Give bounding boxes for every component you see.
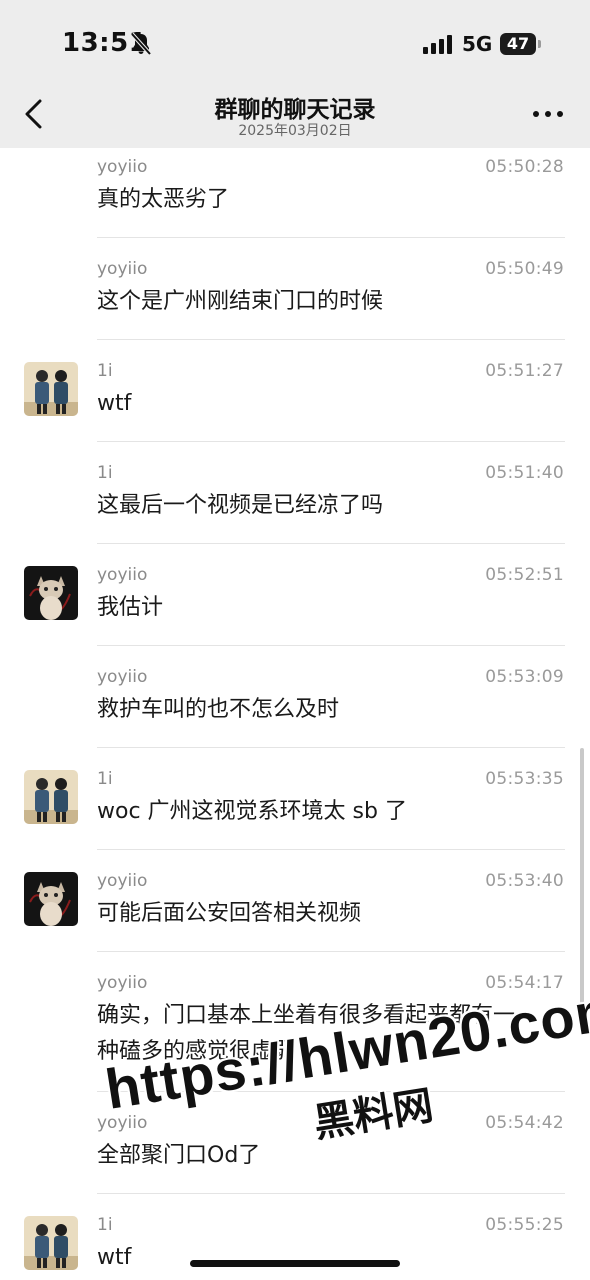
divider — [97, 543, 565, 544]
message-text: 确实，门口基本上坐着有很多看起来都有一 — [97, 1003, 516, 1028]
message-sender: 1i — [97, 361, 113, 381]
divider — [97, 951, 565, 952]
cat-avatar — [24, 872, 78, 926]
message-text: 真的太恶劣了 — [97, 187, 230, 212]
divider — [97, 1193, 565, 1194]
message-text: 这个是广州刚结束门口的时候 — [97, 289, 384, 314]
message-time: 05:53:40 — [485, 871, 564, 891]
message-time: 05:52:51 — [485, 565, 564, 585]
message-text: 我估计 — [97, 595, 164, 620]
message-sender: yoyiio — [97, 871, 148, 891]
avatar[interactable] — [24, 1216, 78, 1270]
two-people-avatar — [24, 770, 78, 824]
bell-slash-icon — [130, 32, 152, 56]
message-text: woc 广州这视觉系环境太 sb 了 — [97, 799, 407, 824]
divider — [97, 645, 565, 646]
divider — [97, 1091, 565, 1092]
message-time: 05:51:40 — [485, 463, 564, 483]
battery-cap — [538, 40, 541, 48]
message-time: 05:50:49 — [485, 259, 564, 279]
message-text: 救护车叫的也不怎么及时 — [97, 697, 340, 722]
message-sender: yoyiio — [97, 973, 148, 993]
home-indicator[interactable] — [190, 1260, 400, 1267]
message-time: 05:54:17 — [485, 973, 564, 993]
divider — [97, 339, 565, 340]
message-sender: 1i — [97, 463, 113, 483]
message-text-line2: 种磕多的感觉很虚弱 — [97, 1039, 296, 1064]
divider — [97, 441, 565, 442]
message-text: 全部聚门口Od了 — [97, 1143, 261, 1168]
message-text: wtf — [97, 1245, 132, 1270]
signal-icon — [423, 35, 452, 54]
message-sender: yoyiio — [97, 259, 148, 279]
avatar[interactable] — [24, 362, 78, 416]
battery-icon: 47 — [500, 33, 536, 55]
message-sender: yoyiio — [97, 157, 148, 177]
page-subtitle: 2025年03月02日 — [238, 123, 352, 139]
message-time: 05:53:09 — [485, 667, 564, 687]
status-bar: 13:51 5G 47 — [0, 0, 590, 88]
message-text: 可能后面公安回答相关视频 — [97, 901, 362, 926]
message-time: 05:51:27 — [485, 361, 564, 381]
divider — [97, 747, 565, 748]
cat-avatar — [24, 566, 78, 620]
avatar[interactable] — [24, 770, 78, 824]
message-time: 05:55:25 — [485, 1215, 564, 1235]
message-time: 05:54:42 — [485, 1113, 564, 1133]
scrollbar[interactable] — [580, 748, 584, 1010]
message-sender: yoyiio — [97, 667, 148, 687]
avatar[interactable] — [24, 566, 78, 620]
message-sender: yoyiio — [97, 1113, 148, 1133]
message-time: 05:50:28 — [485, 157, 564, 177]
top-bar: 13:51 5G 47 群聊的聊天记录 2025年03月02日 — [0, 0, 590, 148]
page-title: 群聊的聊天记录 — [214, 97, 376, 123]
message-text: wtf — [97, 391, 132, 416]
message-text: 这最后一个视频是已经凉了吗 — [97, 493, 384, 518]
two-people-avatar — [24, 1216, 78, 1270]
message-sender: 1i — [97, 1215, 113, 1235]
two-people-avatar — [24, 362, 78, 416]
network-type: 5G — [462, 32, 493, 56]
message-time: 05:53:35 — [485, 769, 564, 789]
more-horizontal-icon[interactable] — [530, 104, 566, 124]
divider — [97, 849, 565, 850]
message-sender: 1i — [97, 769, 113, 789]
message-sender: yoyiio — [97, 565, 148, 585]
avatar[interactable] — [24, 872, 78, 926]
divider — [97, 237, 565, 238]
